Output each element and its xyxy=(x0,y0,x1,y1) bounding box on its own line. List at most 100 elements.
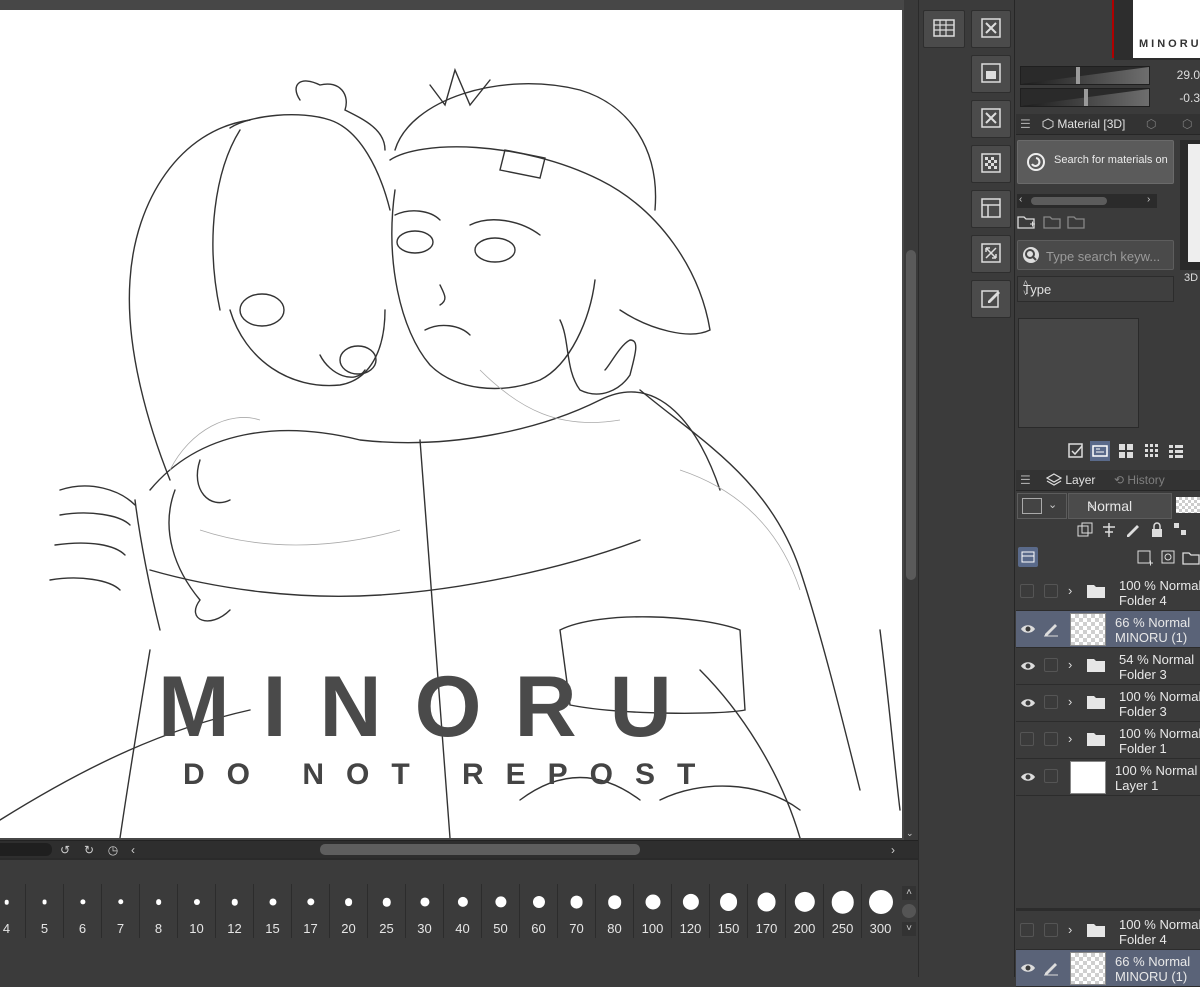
chevron-right-icon[interactable]: › xyxy=(1068,657,1072,672)
fill-button[interactable] xyxy=(971,55,1011,93)
scroll-right-icon[interactable]: › xyxy=(1147,194,1150,205)
new-folder-icon[interactable] xyxy=(1017,214,1037,230)
brush-size-25[interactable]: 25 xyxy=(368,884,405,938)
eye-icon[interactable] xyxy=(1020,960,1036,976)
layer-row[interactable]: 100 % Normal Layer 1 xyxy=(1016,759,1200,796)
canvas-horizontal-bar[interactable]: ↺ ↻ ◷ ‹ › xyxy=(0,840,918,859)
lock-icon[interactable] xyxy=(1148,521,1166,539)
canvas-vertical-scrollbar[interactable]: ⌄ xyxy=(904,0,918,858)
lock-toggle[interactable] xyxy=(1044,923,1058,937)
scroll-left-icon[interactable]: ‹ xyxy=(1019,194,1022,205)
eye-icon[interactable] xyxy=(1020,658,1036,674)
visibility-toggle[interactable] xyxy=(1020,584,1034,598)
rotate-right-icon[interactable]: ↻ xyxy=(80,842,98,858)
lock-toggle[interactable] xyxy=(1044,769,1058,783)
blend-mode-dropdown[interactable]: Normal ⌄ xyxy=(1068,493,1172,519)
eye-icon[interactable] xyxy=(1020,769,1036,785)
lock-toggle[interactable] xyxy=(1044,584,1058,598)
menu-icon[interactable]: ☰ xyxy=(1020,473,1031,487)
brush-size-5[interactable]: 5 xyxy=(26,884,63,938)
slider-knob[interactable] xyxy=(1084,89,1088,106)
scroll-thumb[interactable] xyxy=(1031,197,1107,205)
brush-size-30[interactable]: 30 xyxy=(406,884,443,938)
brush-size-250[interactable]: 250 xyxy=(824,884,861,938)
search-input[interactable] xyxy=(1044,245,1172,267)
scroll-down-icon[interactable]: ˅ xyxy=(902,922,916,936)
detail-view-icon[interactable] xyxy=(1090,441,1110,461)
zoom-slider[interactable] xyxy=(0,843,52,856)
drawing-canvas[interactable]: MINORU DO NOT REPOST xyxy=(0,10,902,838)
brush-size-50[interactable]: 50 xyxy=(482,884,519,938)
brush-size-17[interactable]: 17 xyxy=(292,884,329,938)
checkbox-icon[interactable] xyxy=(1066,441,1086,461)
brush-size-15[interactable]: 15 xyxy=(254,884,291,938)
brush-size-150[interactable]: 150 xyxy=(710,884,747,938)
vertical-scroll-thumb[interactable] xyxy=(906,250,916,580)
tab-material-3[interactable]: ⬡ xyxy=(1182,114,1192,134)
scroll-up-icon[interactable]: ˄ xyxy=(902,886,916,900)
reset-rotation-icon[interactable]: ◷ xyxy=(104,842,122,858)
brush-size-60[interactable]: 60 xyxy=(520,884,557,938)
opacity-slider[interactable] xyxy=(1176,497,1200,513)
visibility-toggle[interactable] xyxy=(1020,923,1034,937)
transform-button[interactable] xyxy=(971,235,1011,273)
layer-color-dropdown[interactable]: ⌄ xyxy=(1017,493,1067,519)
new-folder-icon[interactable] xyxy=(1182,549,1200,567)
edit-folder-icon[interactable] xyxy=(1067,214,1087,230)
brush-size-8[interactable]: 8 xyxy=(140,884,177,938)
tab-layer[interactable]: Layer xyxy=(1045,470,1095,490)
brush-palette-scrollbar[interactable]: ˄ ˅ xyxy=(902,886,916,938)
tab-material-2[interactable]: ⬡ xyxy=(1146,114,1156,134)
brush-size-20[interactable]: 20 xyxy=(330,884,367,938)
tab-material-3d[interactable]: Material [3D] xyxy=(1042,114,1125,134)
list-view-icon[interactable] xyxy=(1166,441,1186,461)
scroll-left-icon[interactable]: ‹ xyxy=(124,842,142,858)
material-tree-scrollbar[interactable]: ‹ › xyxy=(1017,194,1157,208)
layer-palette-menu-button[interactable] xyxy=(1018,547,1038,567)
clear-selection-button[interactable] xyxy=(971,100,1011,138)
brush-size-12[interactable]: 12 xyxy=(216,884,253,938)
type-dropdown[interactable]: Type ˄ ˅ xyxy=(1017,276,1174,302)
zoom-slider-nav[interactable] xyxy=(1020,66,1150,85)
rotate-left-icon[interactable]: ↺ xyxy=(56,842,74,858)
layer-row[interactable]: › 100 % Normal Folder 4 xyxy=(1016,574,1200,611)
brush-size-300[interactable]: 300 xyxy=(862,884,899,938)
lock-toggle[interactable] xyxy=(1044,732,1058,746)
new-raster-layer-icon[interactable] xyxy=(1136,549,1154,567)
reference-layer-icon[interactable] xyxy=(1100,521,1118,539)
menu-icon[interactable]: ☰ xyxy=(1020,117,1031,131)
new-vector-layer-icon[interactable] xyxy=(1160,549,1178,567)
clip-icon[interactable] xyxy=(1076,521,1094,539)
layer-row[interactable]: 66 % Normal MINORU (1) xyxy=(1016,950,1200,987)
canvas-area[interactable]: MINORU DO NOT REPOST ⌄ ↺ ↻ ◷ ‹ › xyxy=(0,0,918,859)
layer-row[interactable]: › 100 % Normal Folder 4 xyxy=(1016,913,1200,950)
delete-folder-icon[interactable] xyxy=(1043,214,1063,230)
brush-size-6[interactable]: 6 xyxy=(64,884,101,938)
brush-size-10[interactable]: 10 xyxy=(178,884,215,938)
scroll-down-icon[interactable]: ⌄ xyxy=(906,828,916,838)
small-grid-icon[interactable] xyxy=(1142,441,1162,461)
navigator-thumbnail[interactable]: MINORU xyxy=(1133,0,1200,58)
edit-button[interactable] xyxy=(971,280,1011,318)
draft-layer-icon[interactable] xyxy=(1124,521,1142,539)
layer-row[interactable]: › 100 % Normal Folder 3 xyxy=(1016,685,1200,722)
layer-row[interactable]: 66 % Normal MINORU (1) xyxy=(1016,611,1200,648)
horizontal-scroll-thumb[interactable] xyxy=(320,844,640,855)
eye-icon[interactable] xyxy=(1020,621,1036,637)
lock-transparent-icon[interactable] xyxy=(1172,521,1190,539)
brush-size-70[interactable]: 70 xyxy=(558,884,595,938)
layout-button[interactable] xyxy=(971,190,1011,228)
brush-size-170[interactable]: 170 xyxy=(748,884,785,938)
transparent-button[interactable] xyxy=(971,145,1011,183)
brush-size-100[interactable]: 100 xyxy=(634,884,671,938)
lock-toggle[interactable] xyxy=(1044,695,1058,709)
brush-size-4[interactable]: 4 xyxy=(0,884,25,938)
chevron-right-icon[interactable]: › xyxy=(1068,922,1072,937)
stepper-icon[interactable]: ˄ ˅ xyxy=(1023,278,1170,298)
slider-knob[interactable] xyxy=(1076,67,1080,84)
chevron-right-icon[interactable]: › xyxy=(1068,583,1072,598)
brush-size-120[interactable]: 120 xyxy=(672,884,709,938)
layer-row[interactable]: › 100 % Normal Folder 1 xyxy=(1016,722,1200,759)
brush-size-40[interactable]: 40 xyxy=(444,884,481,938)
tab-history[interactable]: ⟲ History xyxy=(1114,470,1165,490)
